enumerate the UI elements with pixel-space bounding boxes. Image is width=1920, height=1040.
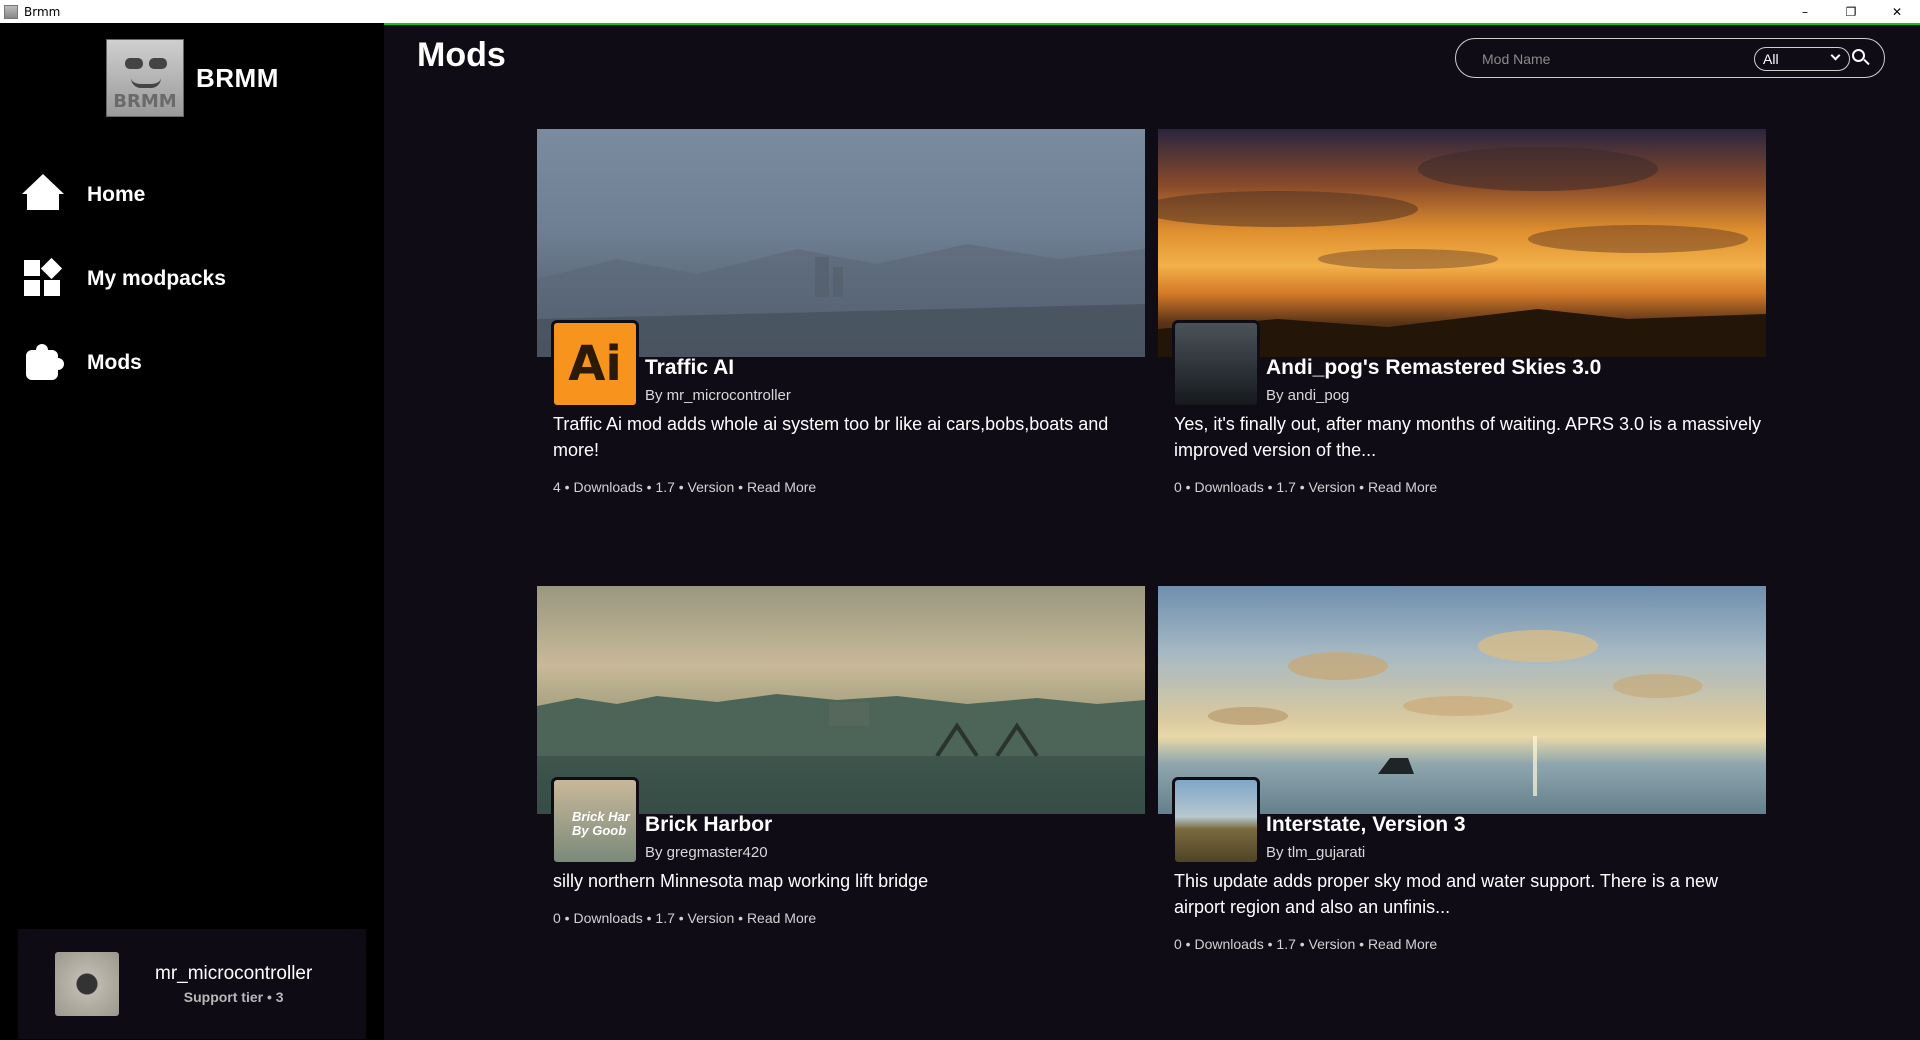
mod-meta-text: 4 • Downloads • 1.7 • Version • — [553, 479, 747, 495]
read-more-link[interactable]: Read More — [747, 910, 816, 926]
app-icon — [4, 4, 18, 19]
search-input[interactable] — [1482, 48, 1732, 70]
sidebar-nav: Home My modpacks Mods — [0, 153, 384, 405]
mod-meta-text: 0 • Downloads • 1.7 • Version • — [553, 910, 747, 926]
mod-thumbnail-text: Brick Har By Goob — [572, 809, 634, 838]
mod-title[interactable]: Brick Harbor — [645, 813, 772, 837]
read-more-link[interactable]: Read More — [747, 479, 816, 495]
window-controls: – ❐ ✕ — [1782, 0, 1920, 23]
close-button[interactable]: ✕ — [1874, 0, 1920, 23]
mod-meta: 0 • Downloads • 1.7 • Version • Read Mor… — [1174, 479, 1437, 495]
mod-description: This update adds proper sky mod and wate… — [1174, 871, 1718, 917]
mod-description: silly northern Minnesota map working lif… — [553, 871, 929, 891]
mod-card[interactable]: Interstate, Version 3 By tlm_gujarati Th… — [1158, 586, 1766, 966]
mod-meta: 0 • Downloads • 1.7 • Version • Read Mor… — [553, 910, 816, 926]
sidebar-item-label: Mods — [87, 351, 142, 374]
search-icon[interactable] — [1852, 49, 1870, 67]
filter-select-value: All — [1763, 51, 1779, 67]
mod-card[interactable]: Andi_pog's Remastered Skies 3.0 By andi_… — [1158, 129, 1766, 509]
mod-description: Yes, it's finally out, after many months… — [1174, 414, 1762, 460]
search-bar: All — [1455, 38, 1885, 78]
chevron-down-icon — [1830, 50, 1841, 61]
mod-meta: 4 • Downloads • 1.7 • Version • Read Mor… — [553, 479, 816, 495]
brmm-logo-icon: BRMM — [106, 39, 184, 117]
mod-thumbnail: Ai — [551, 320, 639, 408]
sidebar-item-label: My modpacks — [87, 267, 226, 290]
mod-meta-text: 0 • Downloads • 1.7 • Version • — [1174, 936, 1368, 952]
mod-meta-text: 0 • Downloads • 1.7 • Version • — [1174, 479, 1368, 495]
minimize-button[interactable]: – — [1782, 0, 1828, 23]
mod-title[interactable]: Traffic AI — [645, 356, 734, 380]
accent-line — [384, 23, 1920, 25]
filter-select[interactable]: All — [1754, 47, 1850, 71]
mod-title[interactable]: Andi_pog's Remastered Skies 3.0 — [1266, 356, 1601, 380]
sidebar-item-label: Home — [87, 183, 146, 206]
brand[interactable]: BRMM BRMM — [106, 39, 279, 117]
home-icon — [22, 174, 64, 216]
puzzle-icon — [22, 342, 64, 384]
user-tier: Support tier • 3 — [183, 989, 284, 1005]
mod-author: By mr_microcontroller — [645, 387, 791, 404]
sidebar-item-home[interactable]: Home — [0, 153, 384, 237]
sidebar-item-mods[interactable]: Mods — [0, 321, 384, 405]
mod-card[interactable]: Ai Traffic AI By mr_microcontroller Traf… — [537, 129, 1145, 509]
mod-thumbnail: Brick Har By Goob — [551, 777, 639, 865]
grid-icon — [22, 257, 64, 300]
user-name: mr_microcontroller — [155, 963, 313, 984]
sidebar-item-my-modpacks[interactable]: My modpacks — [0, 237, 384, 321]
window-title: Brmm — [24, 4, 61, 19]
mod-author: By gregmaster420 — [645, 844, 768, 861]
read-more-link[interactable]: Read More — [1368, 479, 1437, 495]
sidebar: BRMM BRMM Home My modpacks Mods mr_micro… — [0, 23, 384, 1040]
mod-card[interactable]: Brick Har By Goob Brick Harbor By gregma… — [537, 586, 1145, 946]
mod-title[interactable]: Interstate, Version 3 — [1266, 813, 1466, 837]
mod-description: Traffic Ai mod adds whole ai system too … — [553, 414, 1109, 460]
mod-thumbnail-text: Ai — [568, 336, 622, 392]
mod-thumbnail — [1172, 320, 1260, 408]
page-title: Mods — [417, 36, 506, 74]
window-titlebar: Brmm – ❐ ✕ — [0, 0, 1920, 23]
read-more-link[interactable]: Read More — [1368, 936, 1437, 952]
mod-thumbnail — [1172, 777, 1260, 865]
user-card[interactable]: mr_microcontroller Support tier • 3 — [18, 929, 366, 1039]
brand-name: BRMM — [196, 62, 279, 93]
restore-button[interactable]: ❐ — [1828, 0, 1874, 23]
mod-meta: 0 • Downloads • 1.7 • Version • Read Mor… — [1174, 936, 1437, 952]
avatar — [55, 952, 119, 1016]
mod-author: By tlm_gujarati — [1266, 844, 1366, 861]
mod-author: By andi_pog — [1266, 387, 1350, 404]
